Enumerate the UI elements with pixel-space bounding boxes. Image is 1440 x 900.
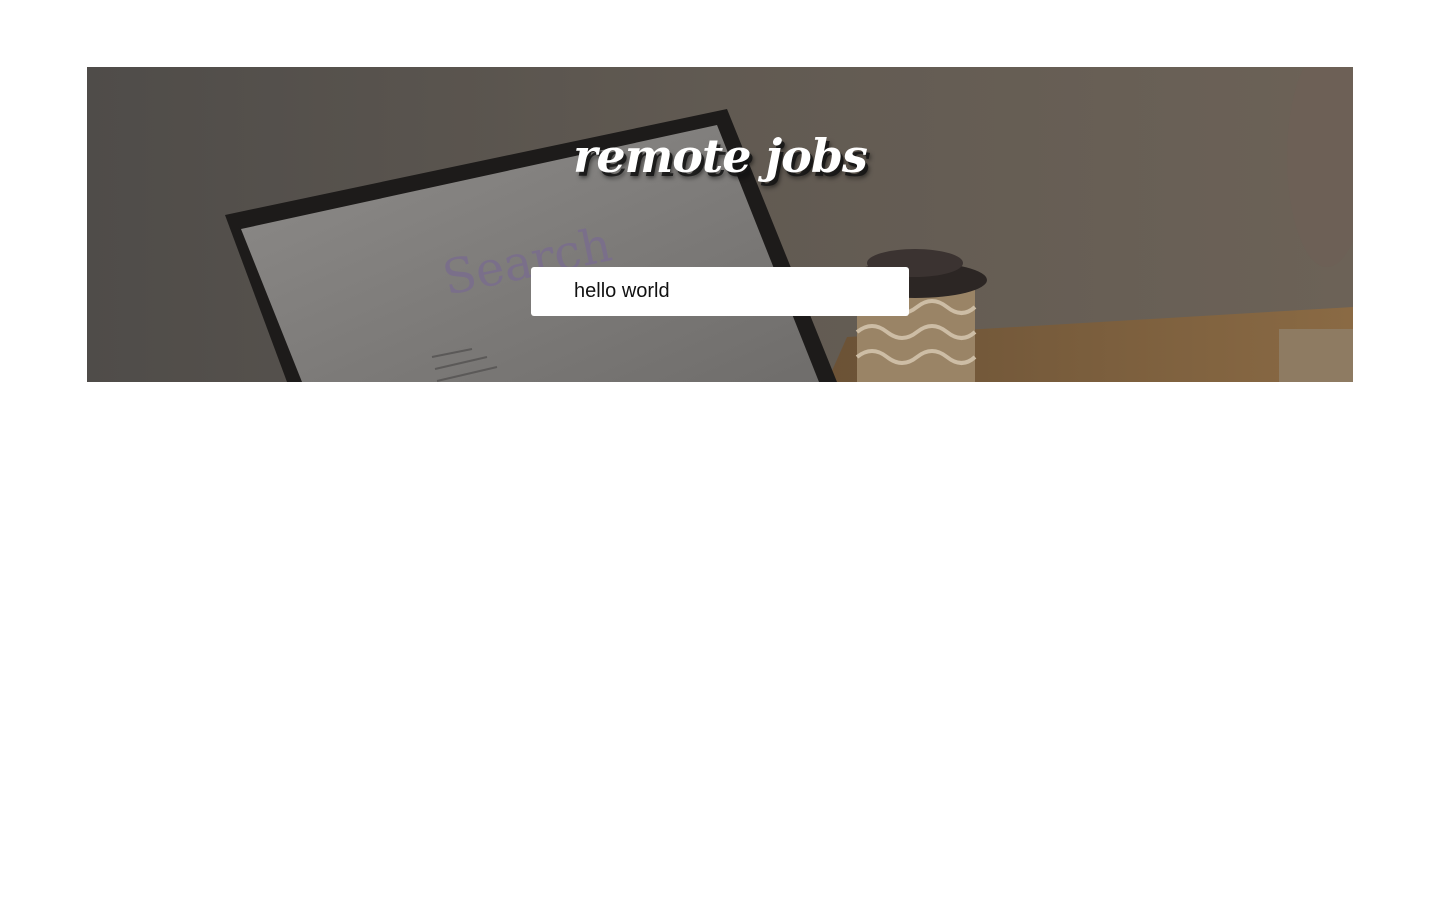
search-input[interactable]: [574, 280, 894, 303]
hero-background-image: Search: [87, 67, 1353, 382]
search-box[interactable]: [531, 267, 909, 316]
hero-banner: Search remote jobs: [87, 67, 1353, 382]
site-logo-title: remote jobs: [573, 129, 868, 183]
